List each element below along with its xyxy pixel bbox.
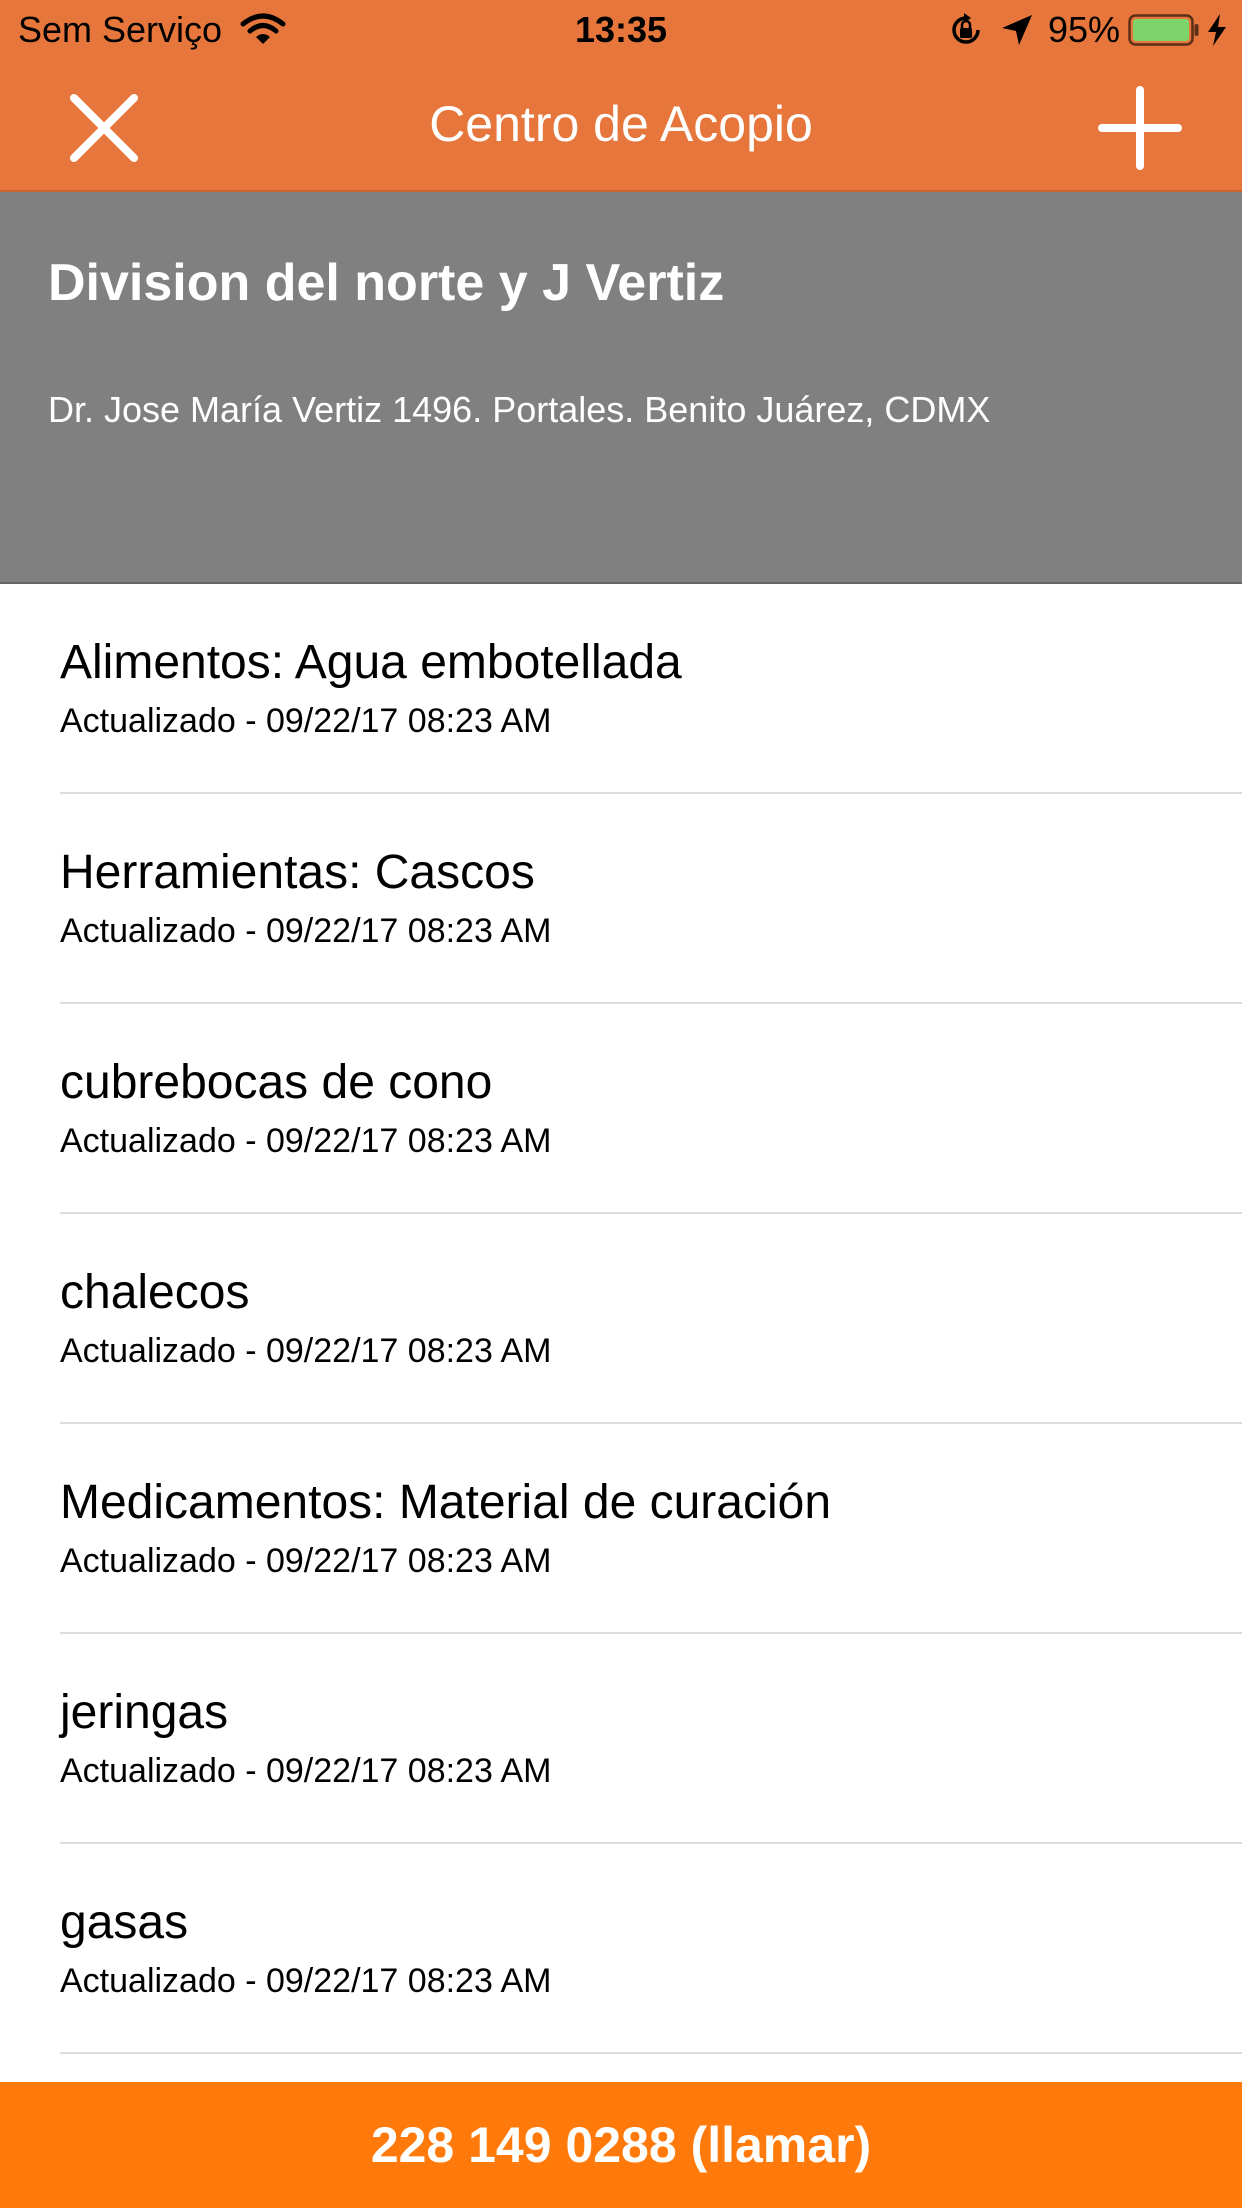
status-bar: Sem Serviço 13:35 95% [0,0,1242,60]
item-updated: Actualizado - 09/22/17 08:23 AM [60,912,552,950]
item-title: cubrebocas de cono [60,1056,493,1109]
battery-icon [1128,14,1199,46]
location-address: Dr. Jose María Vertiz 1496. Portales. Be… [48,389,991,430]
item-title: Medicamentos: Material de curación [60,1476,832,1529]
item-updated: Actualizado - 09/22/17 08:23 AM [60,702,552,740]
location-name: Division del norte y J Vertiz [48,254,725,312]
plus-icon[interactable] [1098,86,1182,170]
item-updated: Actualizado - 09/22/17 08:23 AM [60,1962,552,2000]
supply-list: Alimentos: Agua embotellada Actualizado … [0,584,1242,2054]
list-item[interactable]: jeringas Actualizado - 09/22/17 08:23 AM [60,1634,1242,1844]
item-title: Herramientas: Cascos [60,846,535,899]
item-updated: Actualizado - 09/22/17 08:23 AM [60,1332,552,1370]
status-right: 95% [948,8,1228,52]
list-item[interactable]: Alimentos: Agua embotellada Actualizado … [60,584,1242,794]
list-item[interactable]: cubrebocas de cono Actualizado - 09/22/1… [60,1004,1242,1214]
navigation-bar: Centro de Acopio [0,60,1242,192]
list-item[interactable]: Herramientas: Cascos Actualizado - 09/22… [60,794,1242,1004]
charging-bolt-icon [1208,14,1226,46]
rotation-lock-icon [952,13,980,44]
location-header: Division del norte y J Vertiz Dr. Jose M… [0,192,1242,584]
item-title: chalecos [60,1266,250,1319]
list-item[interactable]: Medicamentos: Material de curación Actua… [60,1424,1242,1634]
call-button[interactable]: 228 149 0288 (llamar) [0,2082,1242,2208]
item-updated: Actualizado - 09/22/17 08:23 AM [60,1542,552,1580]
location-arrow-icon [1001,15,1032,45]
list-item[interactable]: chalecos Actualizado - 09/22/17 08:23 AM [60,1214,1242,1424]
item-updated: Actualizado - 09/22/17 08:23 AM [60,1122,552,1160]
page-title: Centro de Acopio [429,96,813,152]
item-title: jeringas [60,1686,229,1739]
item-title: Alimentos: Agua embotellada [60,636,682,689]
battery-percent: 95% [1047,9,1120,50]
list-item[interactable]: gasas Actualizado - 09/22/17 08:23 AM [60,1844,1242,2054]
item-updated: Actualizado - 09/22/17 08:23 AM [60,1752,552,1790]
item-title: gasas [60,1896,189,1949]
